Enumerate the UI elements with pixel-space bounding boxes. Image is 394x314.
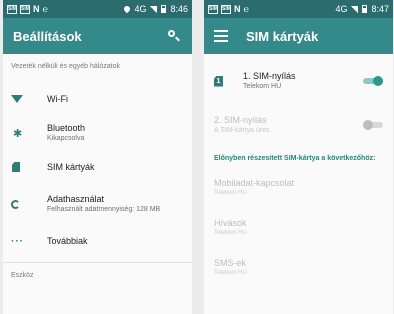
- settings-item-sim-cards[interactable]: SIM kártyák: [3, 150, 192, 184]
- settings-screen: SIM SIM N ℮ 4G 8:46 Beállítások Vezeték …: [3, 0, 192, 314]
- network-type: 4G: [335, 4, 348, 14]
- settings-item-label: SIM kártyák: [47, 161, 95, 172]
- pref-summary: Telekom HU: [214, 190, 247, 196]
- search-icon: [168, 30, 175, 37]
- sim-notification-icon: SIM: [221, 4, 231, 14]
- pref-title: SMS-ek: [214, 258, 247, 268]
- sync-icon: ℮: [243, 4, 249, 14]
- sync-icon: ℮: [42, 4, 48, 14]
- status-bar: SIM SIM N ℮ 4G 8:47: [204, 0, 393, 18]
- settings-item-label: Továbbiak: [47, 235, 88, 246]
- sim-slot-title: 1. SIM-nyílás: [243, 71, 296, 81]
- menu-button[interactable]: [214, 30, 228, 42]
- settings-item-more[interactable]: ··· Továbbiak: [3, 224, 192, 258]
- settings-item-summary: Felhasznált adatmennyiség: 128 MB: [47, 206, 161, 213]
- settings-item-label: Adathasználat: [47, 194, 105, 204]
- location-icon: [123, 4, 132, 14]
- nfc-icon: N: [234, 4, 241, 14]
- pref-calls: Hívások Telekom HU: [204, 211, 393, 245]
- sim-notification-icon: SIM: [20, 4, 30, 14]
- network-type: 4G: [134, 4, 147, 14]
- settings-item-summary: Kikapcsolva: [47, 135, 85, 142]
- pref-title: Mobiladat-kapcsolat: [214, 178, 295, 188]
- sim-cards-screen: SIM SIM N ℮ 4G 8:47 SIM kártyák 1 1. SIM…: [204, 0, 393, 314]
- settings-item-label: Wi-Fi: [47, 93, 68, 104]
- page-title: Beállítások: [13, 28, 82, 44]
- settings-item-data-usage[interactable]: Adathasználat Felhasznált adatmennyiség:…: [3, 184, 192, 224]
- settings-item-label: Bluetooth: [47, 123, 86, 133]
- nfc-icon: N: [33, 4, 40, 14]
- panel-separator: [192, 0, 204, 314]
- signal-icon: [351, 5, 359, 13]
- pref-summary: Telekom HU: [214, 270, 247, 276]
- bluetooth-icon: ✱: [13, 127, 23, 140]
- search-button[interactable]: [166, 28, 182, 44]
- pref-summary: Telekom HU: [214, 230, 247, 236]
- section-header-wireless: Vezeték nélküli és egyéb hálózatok: [11, 63, 120, 70]
- section-header-device: Eszköz: [11, 272, 34, 279]
- app-bar: Beállítások: [3, 18, 192, 54]
- status-bar: SIM SIM N ℮ 4G 8:46: [3, 0, 192, 18]
- preferred-sim-header: Előnyben részesített SIM-kártya a követk…: [214, 155, 376, 162]
- menu-icon: [214, 30, 228, 32]
- sim-card-icon: 1: [214, 75, 223, 87]
- settings-item-bluetooth[interactable]: ✱ Bluetooth Kikapcsolva: [3, 116, 192, 150]
- sim-slot-title: 2. SIM-nyílás: [214, 115, 267, 125]
- sim-slot-operator: Telekom HU: [243, 83, 282, 90]
- data-usage-icon: [11, 199, 20, 209]
- clock: 8:47: [371, 4, 389, 14]
- pref-mobile-data: Mobiladat-kapcsolat Telekom HU: [204, 171, 393, 205]
- clock: 8:46: [170, 4, 188, 14]
- app-bar: SIM kártyák: [204, 18, 393, 54]
- settings-item-wifi[interactable]: Wi-Fi: [3, 82, 192, 116]
- sim-slot-1[interactable]: 1 1. SIM-nyílás Telekom HU: [204, 62, 393, 100]
- page-title: SIM kártyák: [246, 28, 319, 44]
- more-icon: ···: [11, 235, 24, 247]
- sim-card-icon: [12, 162, 20, 172]
- battery-icon: [362, 5, 368, 13]
- sim-slot-status: A SIM-kártya üres: [214, 127, 270, 134]
- sim-notification-icon: SIM: [7, 4, 17, 14]
- sim-1-toggle[interactable]: [363, 76, 383, 86]
- sim-slot-2: 2. SIM-nyílás A SIM-kártya üres: [204, 106, 393, 144]
- battery-icon: [161, 5, 167, 13]
- pref-sms: SMS-ek Telekom HU: [204, 251, 393, 285]
- wifi-icon: [11, 95, 23, 103]
- sim-notification-icon: SIM: [208, 4, 218, 14]
- sim-2-toggle: [363, 120, 383, 130]
- pref-title: Hívások: [214, 218, 247, 228]
- signal-icon: [150, 5, 158, 13]
